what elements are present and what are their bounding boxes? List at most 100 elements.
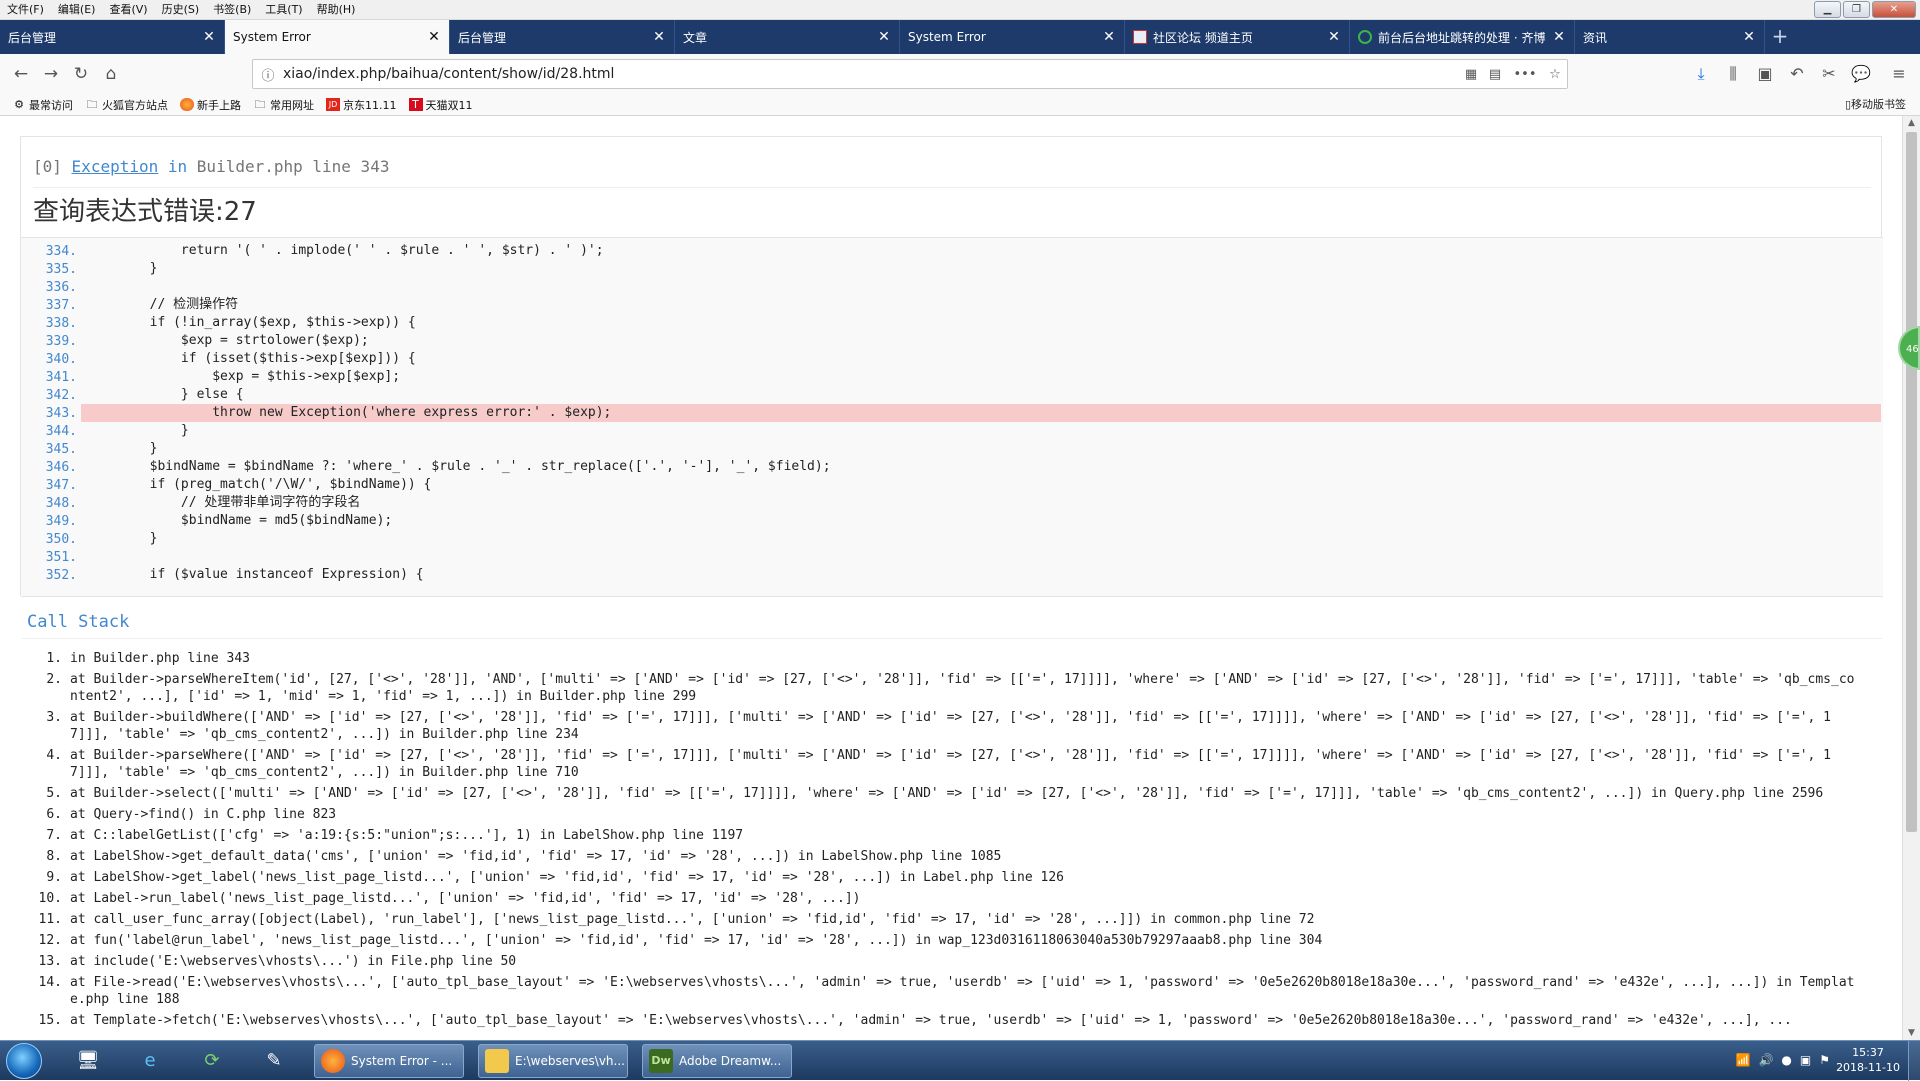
menu-view[interactable]: 查看(V) <box>102 0 154 20</box>
action-center-icon[interactable]: ⚑ <box>1819 1053 1830 1067</box>
stack-number: 4. <box>46 748 62 763</box>
menu-icon[interactable]: ≡ <box>1884 54 1914 94</box>
menu-file[interactable]: 文件(F) <box>0 0 51 20</box>
stack-text: at LabelShow->get_default_data('cms', ['… <box>70 849 1002 864</box>
line-number: 340. <box>45 351 77 367</box>
bookmark-label: 新手上路 <box>197 98 241 112</box>
back-icon[interactable]: ← <box>6 64 36 84</box>
task-firefox[interactable]: System Error - ... <box>314 1044 464 1078</box>
clock[interactable]: 15:37 2018-11-10 <box>1836 1045 1900 1075</box>
stack-item: 10. at Label->run_label('news_list_page_l… <box>38 890 1858 907</box>
bookmark-item[interactable]: 🗀 常用网址 <box>253 97 315 113</box>
line-number: 343. <box>45 405 77 421</box>
code-line: 337. // 检测操作符 <box>21 296 1881 314</box>
line-source: if (isset($this->exp[$exp])) { <box>87 351 416 366</box>
close-window-button[interactable]: ✕ <box>1872 1 1916 18</box>
tab-5[interactable]: 社区论坛 频道主页 ✕ <box>1125 20 1350 54</box>
tab-2[interactable]: 后台管理 ✕ <box>450 20 675 54</box>
scroll-up-icon[interactable]: ▲ <box>1903 118 1920 128</box>
menu-bookmarks[interactable]: 书签(B) <box>206 0 258 20</box>
refresh-app-icon[interactable]: ⟳ <box>192 1045 232 1077</box>
tmall-icon: T <box>408 98 423 111</box>
volume-icon[interactable]: 🔊 <box>1758 1053 1773 1067</box>
stack-number: 2. <box>46 672 62 687</box>
bookmark-item[interactable]: 🗀 火狐官方站点 <box>85 97 169 113</box>
sidebar-icon[interactable]: ▣ <box>1750 54 1780 94</box>
minimize-button[interactable]: ▁ <box>1814 1 1841 18</box>
forward-icon[interactable]: → <box>36 64 66 84</box>
library-icon[interactable]: ⫼ <box>1718 54 1748 94</box>
reload-icon[interactable]: ↻ <box>66 64 96 84</box>
bookmark-star-icon[interactable]: ☆ <box>1543 67 1567 82</box>
task-explorer[interactable]: E:\webserves\vh... <box>478 1044 628 1078</box>
stack-text: at Builder->select(['multi' => ['AND' =>… <box>70 786 1824 801</box>
bookmark-item[interactable]: T 天猫双11 <box>408 97 473 113</box>
tab-0[interactable]: 后台管理 ✕ <box>0 20 225 54</box>
close-tab-icon[interactable]: ✕ <box>1327 29 1341 45</box>
info-icon[interactable]: ⓘ <box>253 65 283 84</box>
scroll-down-icon[interactable]: ▼ <box>1903 1028 1920 1038</box>
url-bar[interactable]: ⓘ xiao/index.php/baihua/content/show/id/… <box>252 59 1568 89</box>
bookmark-item[interactable]: ⚙ 最常访问 <box>12 97 73 113</box>
line-source: if (!in_array($exp, $this->exp)) { <box>87 315 416 330</box>
wifi-icon[interactable]: 📶 <box>1736 1053 1751 1067</box>
mobile-bookmarks[interactable]: ▯移动版书签 <box>1845 94 1906 116</box>
tab-1[interactable]: System Error ✕ <box>225 20 450 54</box>
stack-item: 3. at Builder->buildWhere(['AND' => ['id'… <box>38 709 1858 743</box>
tab-bar: 后台管理 ✕ System Error ✕ 后台管理 ✕ 文章 ✕ System Err… <box>0 20 1920 54</box>
notepad-icon[interactable]: ✎ <box>254 1045 294 1077</box>
close-tab-icon[interactable]: ✕ <box>877 29 891 45</box>
close-tab-icon[interactable]: ✕ <box>1742 29 1756 45</box>
tab-4[interactable]: System Error ✕ <box>900 20 1125 54</box>
line-number: 336. <box>45 279 77 295</box>
menu-bar: 文件(F) 编辑(E) 查看(V) 历史(S) 书签(B) 工具(T) 帮助(H… <box>0 0 1920 20</box>
screenshot-icon[interactable]: ✂ <box>1814 54 1844 94</box>
close-tab-icon[interactable]: ✕ <box>427 29 441 45</box>
menu-edit[interactable]: 编辑(E) <box>51 0 103 20</box>
chat-icon[interactable]: 💬 <box>1846 54 1876 94</box>
task-dreamweaver[interactable]: Dw Adobe Dreamw... <box>642 1044 792 1078</box>
computer-icon[interactable]: 🖥 <box>68 1045 108 1077</box>
restore-button[interactable]: ❐ <box>1843 1 1870 18</box>
stack-text: at Builder->buildWhere(['AND' => ['id' =… <box>70 710 1831 742</box>
ime-icon[interactable]: ● <box>1781 1053 1791 1067</box>
menu-help[interactable]: 帮助(H) <box>310 0 363 20</box>
code-line: 335. } <box>21 260 1881 278</box>
exception-type-link[interactable]: Exception <box>72 157 159 176</box>
close-tab-icon[interactable]: ✕ <box>1102 29 1116 45</box>
line-number: 346. <box>45 459 77 475</box>
menu-tools[interactable]: 工具(T) <box>258 0 309 20</box>
tab-7[interactable]: 资讯 ✕ <box>1575 20 1765 54</box>
bookmark-item[interactable]: 新手上路 <box>180 97 241 113</box>
download-icon[interactable]: ⤓ <box>1686 54 1716 94</box>
tab-6[interactable]: 前台后台地址跳转的处理 · 齐博 ✕ <box>1350 20 1575 54</box>
stack-number: 9. <box>46 870 62 885</box>
close-tab-icon[interactable]: ✕ <box>652 29 666 45</box>
home-icon[interactable]: ⌂ <box>96 64 126 84</box>
close-tab-icon[interactable]: ✕ <box>202 29 216 45</box>
tab-label: System Error <box>233 30 311 44</box>
page-actions-icon[interactable]: ••• <box>1507 67 1543 82</box>
scroll-thumb[interactable] <box>1906 132 1917 832</box>
tab-3[interactable]: 文章 ✕ <box>675 20 900 54</box>
menu-history[interactable]: 历史(S) <box>155 0 207 20</box>
bookmark-label: 常用网址 <box>270 98 314 112</box>
exception-message: 查询表达式错误:27 <box>33 197 257 227</box>
close-tab-icon[interactable]: ✕ <box>1552 29 1566 45</box>
stack-item: 13. at include('E:\webserves\vhosts\...')… <box>38 953 1858 970</box>
network-icon[interactable]: ▣ <box>1800 1053 1811 1067</box>
site-icon <box>1133 30 1147 44</box>
ie-icon[interactable]: e <box>130 1045 170 1077</box>
qrcode-icon[interactable]: ▦ <box>1459 67 1483 82</box>
vertical-scrollbar[interactable]: ▲ ▼ <box>1902 116 1920 1040</box>
exception-file: Builder.php line 343 <box>196 157 390 176</box>
start-button[interactable] <box>6 1043 42 1079</box>
url-text[interactable]: xiao/index.php/baihua/content/show/id/28… <box>283 66 1459 82</box>
reader-view-icon[interactable]: ▤ <box>1483 67 1507 82</box>
bookmark-label: 天猫双11 <box>425 98 473 112</box>
show-desktop-button[interactable] <box>1908 1041 1920 1081</box>
bookmark-item[interactable]: JD 京东11.11 <box>326 97 397 113</box>
new-tab-icon[interactable]: + <box>1765 20 1795 54</box>
undo-icon[interactable]: ↶ <box>1782 54 1812 94</box>
folder-icon: 🗀 <box>86 98 98 111</box>
